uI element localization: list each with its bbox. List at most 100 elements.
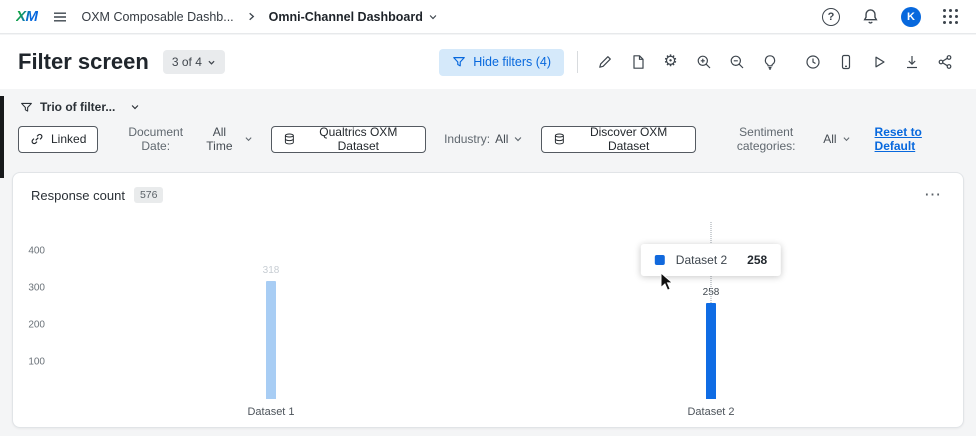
filter-chips-row: Linked Document Date: All Time Qualtrics… xyxy=(0,118,976,160)
account-button[interactable]: K xyxy=(899,5,923,29)
xm-logo: XM xyxy=(16,8,38,25)
widget-title-wrap: Response count 576 xyxy=(31,187,163,203)
reset-to-default-link[interactable]: Reset to Default xyxy=(875,125,958,153)
history-button[interactable] xyxy=(799,49,826,75)
play-button[interactable] xyxy=(865,49,892,75)
apps-menu-button[interactable] xyxy=(941,7,960,26)
settings-button[interactable]: ⚙ xyxy=(657,49,684,75)
discover-dataset-label: Discover OXM Dataset xyxy=(573,125,684,153)
page-title: Filter screen xyxy=(18,49,149,75)
chevron-down-icon xyxy=(842,134,851,144)
filter-group-label: Trio of filter... xyxy=(40,100,115,114)
linked-chip-label: Linked xyxy=(51,132,86,146)
document-icon xyxy=(630,54,646,70)
widget-options-button[interactable]: ⋯ xyxy=(920,188,945,202)
zoom-in-icon xyxy=(696,54,712,70)
chevron-right-icon xyxy=(246,11,257,22)
play-icon xyxy=(871,54,887,70)
mobile-preview-button[interactable] xyxy=(832,49,859,75)
page-header: Filter screen 3 of 4 Hide filters (4) ⚙ xyxy=(0,35,976,89)
chevron-down-icon xyxy=(244,134,253,144)
response-count-widget: Response count 576 ⋯ 100200300400 Datase… xyxy=(12,172,964,428)
y-tick-label: 300 xyxy=(28,282,45,293)
toolbar-divider xyxy=(577,51,578,73)
widget-header: Response count 576 ⋯ xyxy=(13,173,963,203)
plot-area: Dataset 2 258 318Dataset 1258Dataset 2 xyxy=(51,232,931,399)
database-icon xyxy=(283,132,296,146)
edit-button[interactable] xyxy=(591,49,618,75)
sentiment-value: All xyxy=(823,132,836,146)
tooltip-series-label: Dataset 2 xyxy=(676,253,727,267)
document-date-filter[interactable]: Document Date: All Time xyxy=(116,125,252,153)
share-button[interactable] xyxy=(931,49,958,75)
y-axis: 100200300400 xyxy=(17,232,47,399)
dashboard-selector[interactable]: Omni-Channel Dashboard xyxy=(269,10,438,24)
zoom-out-button[interactable] xyxy=(723,49,750,75)
y-tick-label: 100 xyxy=(28,356,45,367)
topbar-right: ? K xyxy=(820,5,960,29)
discover-dataset-chip[interactable]: Discover OXM Dataset xyxy=(541,126,696,153)
download-button[interactable] xyxy=(898,49,925,75)
breadcrumb-current: Omni-Channel Dashboard xyxy=(269,10,423,24)
dashboard-toolbar: Hide filters (4) ⚙ xyxy=(439,49,958,76)
industry-value: All xyxy=(495,132,508,146)
page-indicator-dropdown[interactable]: 3 of 4 xyxy=(163,50,225,74)
bar-dataset-2[interactable] xyxy=(706,303,716,399)
bell-icon xyxy=(862,8,879,25)
qualtrics-dataset-label: Qualtrics OXM Dataset xyxy=(303,125,415,153)
mobile-device-icon xyxy=(838,54,854,70)
help-button[interactable]: ? xyxy=(820,6,842,28)
filter-group-selector[interactable]: Trio of filter... xyxy=(0,89,976,118)
industry-label: Industry: xyxy=(444,132,490,146)
help-icon: ? xyxy=(822,8,840,26)
chevron-down-icon xyxy=(428,12,438,22)
sentiment-categories-filter[interactable]: Sentiment categories: All xyxy=(714,125,850,153)
filter-funnel-icon xyxy=(20,101,33,114)
breadcrumb-parent[interactable]: OXM Composable Dashb... xyxy=(82,10,234,24)
chevron-down-icon xyxy=(513,134,523,144)
apps-grid-icon xyxy=(943,9,958,24)
user-avatar: K xyxy=(901,7,921,27)
widget-title: Response count xyxy=(31,188,125,203)
insights-button[interactable] xyxy=(756,49,783,75)
top-navigation-bar: XM OXM Composable Dashb... Omni-Channel … xyxy=(0,0,976,34)
zoom-out-icon xyxy=(729,54,745,70)
chevron-down-icon xyxy=(130,102,140,112)
screen-edge-artifact xyxy=(0,96,4,178)
document-date-value: All Time xyxy=(200,125,239,153)
download-icon xyxy=(904,54,920,70)
x-axis-label: Dataset 2 xyxy=(687,406,734,418)
x-axis-label: Dataset 1 xyxy=(247,406,294,418)
mouse-cursor xyxy=(660,272,674,292)
qualtrics-dataset-chip[interactable]: Qualtrics OXM Dataset xyxy=(271,126,426,153)
filter-section: Trio of filter... Linked Document Date: … xyxy=(0,89,976,160)
document-date-label: Document Date: xyxy=(116,125,195,153)
topbar-left: XM OXM Composable Dashb... Omni-Channel … xyxy=(16,7,438,27)
industry-filter[interactable]: Industry: All xyxy=(444,132,523,146)
link-icon xyxy=(30,132,44,146)
ellipsis-icon: ⋯ xyxy=(924,185,941,204)
filter-funnel-icon xyxy=(452,55,466,69)
sentiment-label: Sentiment categories: xyxy=(714,125,818,153)
database-icon xyxy=(553,132,566,146)
hamburger-menu-button[interactable] xyxy=(50,7,70,27)
hamburger-icon xyxy=(52,9,68,25)
share-icon xyxy=(937,54,953,70)
tooltip-series-swatch xyxy=(655,255,665,265)
lightbulb-icon xyxy=(762,54,778,70)
clock-icon xyxy=(805,54,821,70)
y-tick-label: 400 xyxy=(28,245,45,256)
bar-value-label: 318 xyxy=(263,265,280,276)
notifications-button[interactable] xyxy=(860,6,881,27)
page-indicator-label: 3 of 4 xyxy=(172,55,202,69)
tooltip-value: 258 xyxy=(747,253,767,267)
page-header-left: Filter screen 3 of 4 xyxy=(18,49,225,75)
edit-pencil-icon xyxy=(597,54,613,70)
linked-filter-chip[interactable]: Linked xyxy=(18,126,98,153)
export-button[interactable] xyxy=(624,49,651,75)
widget-count-badge: 576 xyxy=(134,187,164,203)
hide-filters-label: Hide filters (4) xyxy=(473,55,551,69)
zoom-in-button[interactable] xyxy=(690,49,717,75)
bar-dataset-1[interactable] xyxy=(266,281,276,399)
hide-filters-button[interactable]: Hide filters (4) xyxy=(439,49,564,76)
